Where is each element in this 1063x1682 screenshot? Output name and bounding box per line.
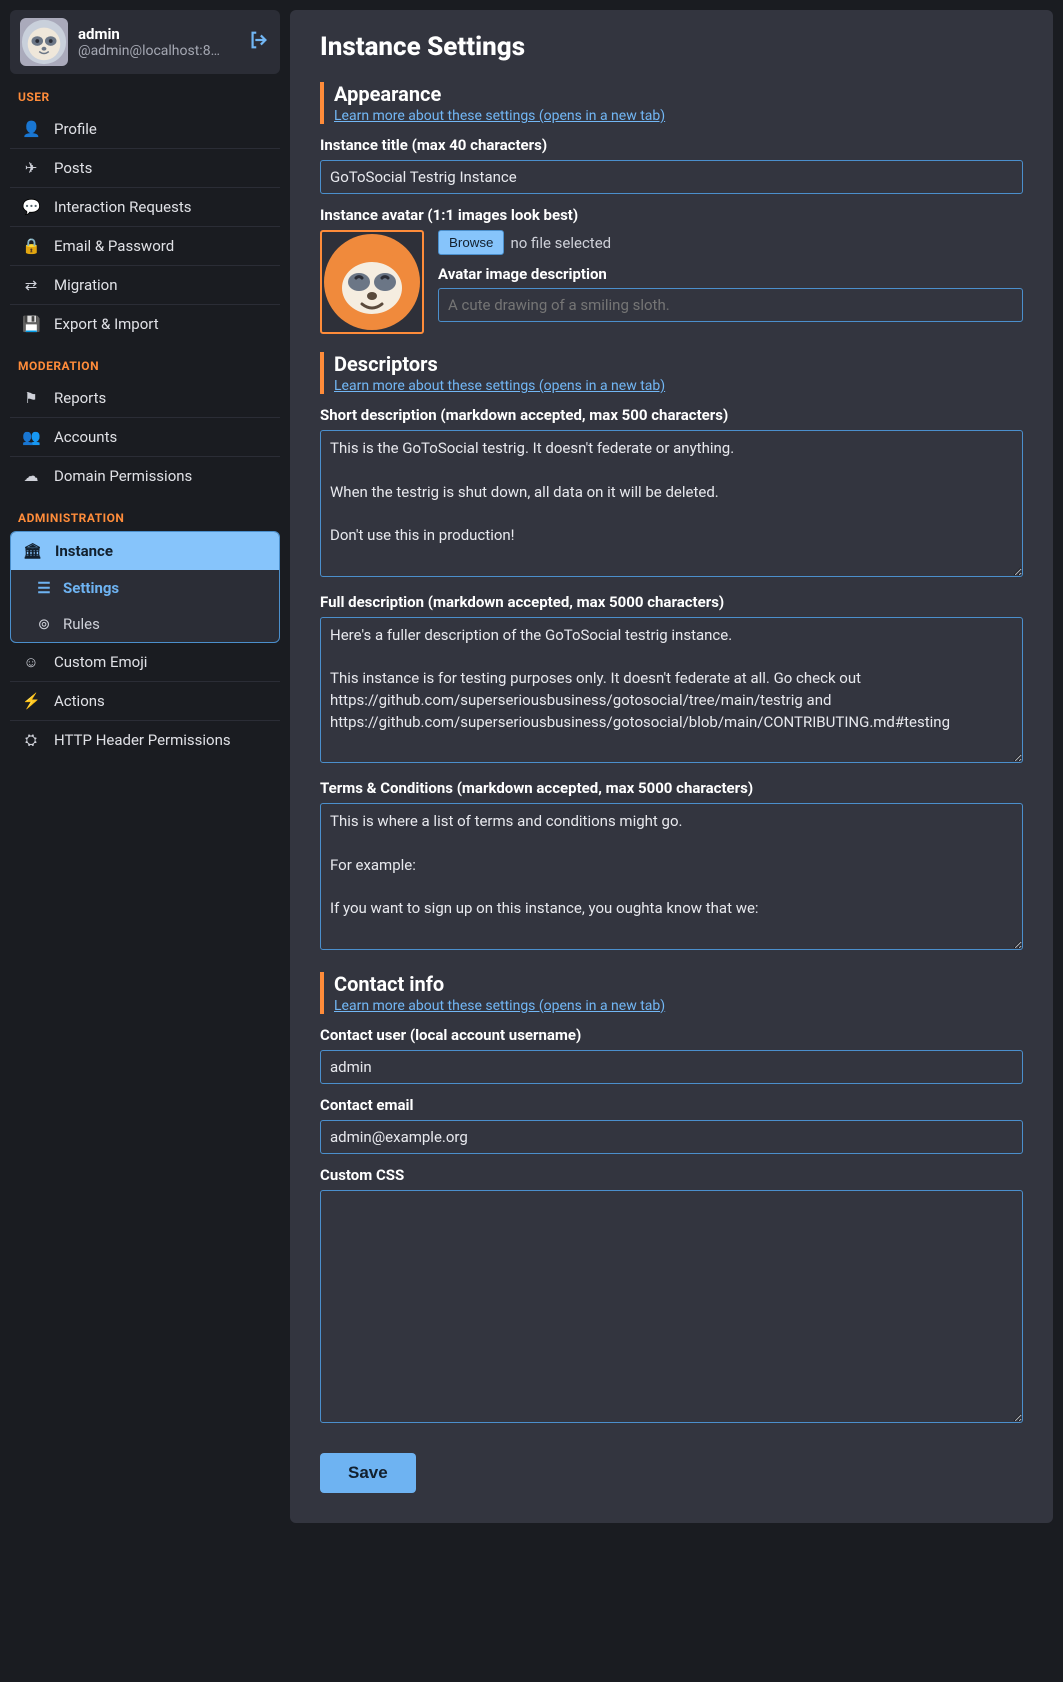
short-description-label: Short description (markdown accepted, ma… [320,406,1023,424]
doc-link-descriptors[interactable]: Learn more about these settings (opens i… [334,378,665,394]
sloth-avatar-icon [322,232,422,332]
sidebar-item-domain-permissions[interactable]: ☁ Domain Permissions [10,457,280,495]
custom-css-label: Custom CSS [320,1166,1023,1184]
sidebar-item-label: Posts [54,159,92,177]
sloth-icon [20,18,68,66]
sidebar-item-label: Settings [63,579,119,597]
sidebar-subitem-rules[interactable]: ⊚ Rules [11,606,279,642]
page-title: Instance Settings [320,32,1023,62]
group-contact: Contact info Learn more about these sett… [320,972,1023,1014]
sidebar-subitem-settings[interactable]: ☰ Settings [11,570,279,606]
user-avatar [20,18,68,66]
sidebar-item-instance[interactable]: 🏛 Instance [11,532,279,570]
instance-avatar-label: Instance avatar (1:1 images look best) [320,206,1023,224]
save-icon: 💾 [22,315,40,333]
user-name: admin [78,25,238,43]
save-button[interactable]: Save [320,1453,416,1493]
sidebar-item-email-password[interactable]: 🔒 Email & Password [10,227,280,266]
smile-icon: ☺ [22,653,40,671]
sidebar-item-export-import[interactable]: 💾 Export & Import [10,305,280,343]
group-descriptors: Descriptors Learn more about these setti… [320,352,1023,394]
sidebar-item-actions[interactable]: ⚡ Actions [10,682,280,721]
logout-icon[interactable] [248,29,270,55]
avatar-desc-input[interactable] [438,288,1023,322]
chat-icon: 💬 [22,198,40,216]
contact-user-label: Contact user (local account username) [320,1026,1023,1044]
sliders-icon: ☰ [37,579,51,597]
sidebar-item-label: Actions [54,692,105,710]
flag-icon: ⚑ [22,389,40,407]
sidebar-item-label: HTTP Header Permissions [54,731,231,749]
full-description-input[interactable] [320,617,1023,764]
cloud-icon: ☁ [22,467,40,485]
sidebar-item-migration[interactable]: ⇄ Migration [10,266,280,305]
sidebar-item-label: Custom Emoji [54,653,147,671]
contact-user-input[interactable] [320,1050,1023,1084]
group-heading: Contact info [334,972,1023,996]
user-icon: 👤 [22,120,40,138]
user-card: admin @admin@localhost:8… [10,10,280,74]
swap-icon: ⇄ [22,276,40,294]
avatar-preview [320,230,424,334]
nav-group-instance: 🏛 Instance ☰ Settings ⊚ Rules [10,531,280,643]
short-description-input[interactable] [320,430,1023,577]
group-appearance: Appearance Learn more about these settin… [320,82,1023,124]
file-status: no file selected [510,234,611,252]
sidebar: admin @admin@localhost:8… USER 👤Profile … [10,10,280,1523]
sidebar-item-custom-emoji[interactable]: ☺ Custom Emoji [10,643,280,682]
sidebar-item-label: Reports [54,389,106,407]
instance-title-input[interactable] [320,160,1023,194]
group-heading: Appearance [334,82,1023,106]
bolt-icon: ⚡ [22,692,40,710]
sidebar-item-label: Instance [55,542,113,560]
contact-email-input[interactable] [320,1120,1023,1154]
sidebar-item-label: Domain Permissions [54,467,192,485]
sidebar-item-label: Export & Import [54,315,159,333]
section-heading-administration: ADMINISTRATION [10,495,280,531]
doc-link-appearance[interactable]: Learn more about these settings (opens i… [334,108,665,124]
dot-circle-icon: ⊚ [37,615,51,633]
contact-email-label: Contact email [320,1096,1023,1114]
sitemap-icon: 🏛 [23,542,41,560]
group-heading: Descriptors [334,352,1023,376]
sidebar-item-reports[interactable]: ⚑ Reports [10,379,280,418]
sidebar-item-label: Rules [63,615,100,633]
terms-input[interactable] [320,803,1023,950]
instance-title-label: Instance title (max 40 characters) [320,136,1023,154]
browse-button[interactable]: Browse [438,230,504,255]
plane-icon: ✈ [22,159,40,177]
lock-icon: 🔒 [22,237,40,255]
sidebar-item-profile[interactable]: 👤 Profile [10,110,280,149]
sidebar-item-label: Profile [54,120,97,138]
avatar-desc-label: Avatar image description [438,265,1023,283]
sidebar-item-label: Migration [54,276,118,294]
sidebar-item-label: Interaction Requests [54,198,191,216]
section-heading-user: USER [10,74,280,110]
terms-label: Terms & Conditions (markdown accepted, m… [320,779,1023,797]
section-heading-moderation: MODERATION [10,343,280,379]
custom-css-input[interactable] [320,1190,1023,1424]
sidebar-item-label: Email & Password [54,237,174,255]
doc-link-contact[interactable]: Learn more about these settings (opens i… [334,998,665,1014]
full-description-label: Full description (markdown accepted, max… [320,593,1023,611]
gear-icon: ⛭ [22,731,40,749]
sidebar-item-posts[interactable]: ✈ Posts [10,149,280,188]
sidebar-item-http-header-permissions[interactable]: ⛭ HTTP Header Permissions [10,721,280,759]
user-handle: @admin@localhost:8… [78,43,238,59]
main-panel: Instance Settings Appearance Learn more … [290,10,1053,1523]
sidebar-item-interaction-requests[interactable]: 💬 Interaction Requests [10,188,280,227]
sidebar-item-accounts[interactable]: 👥 Accounts [10,418,280,457]
users-icon: 👥 [22,428,40,446]
sidebar-item-label: Accounts [54,428,117,446]
